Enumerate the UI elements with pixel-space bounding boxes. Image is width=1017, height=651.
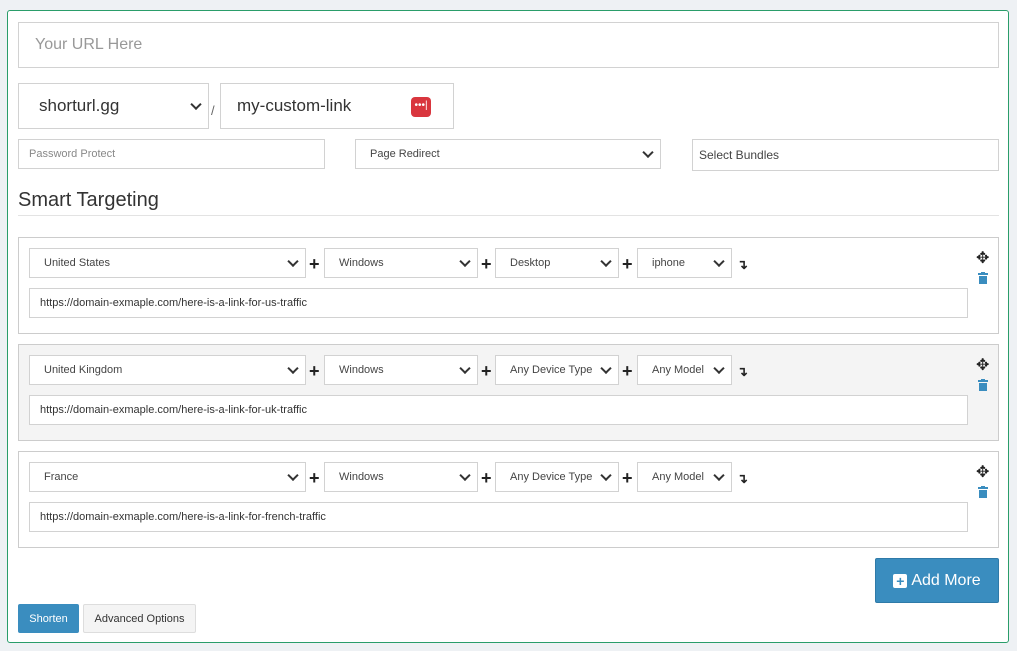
plus-icon: +: [309, 254, 320, 274]
model-select[interactable]: iphone: [637, 248, 732, 278]
device-select-value: Any Device Type: [510, 471, 593, 483]
arrow-down-icon: ↴: [737, 257, 748, 272]
rule-url-value: https://domain-exmaple.com/here-is-a-lin…: [40, 511, 326, 523]
model-select[interactable]: Any Model: [637, 355, 732, 385]
country-select[interactable]: France: [29, 462, 306, 492]
trash-icon[interactable]: [978, 272, 988, 284]
add-more-button[interactable]: + Add More: [875, 558, 999, 603]
move-icon[interactable]: ✥: [976, 355, 989, 375]
move-icon[interactable]: ✥: [976, 248, 989, 268]
plus-icon: +: [481, 254, 492, 274]
shorten-form: Your URL Here shorturl.gg / my-custom-li…: [7, 10, 1009, 643]
rule-url-input[interactable]: https://domain-exmaple.com/here-is-a-lin…: [29, 502, 968, 532]
os-select[interactable]: Windows: [324, 355, 478, 385]
rule-url-input[interactable]: https://domain-exmaple.com/here-is-a-lin…: [29, 288, 968, 318]
custom-alias-input[interactable]: my-custom-link •••|: [220, 83, 454, 129]
plus-icon: +: [622, 254, 633, 274]
model-select[interactable]: Any Model: [637, 462, 732, 492]
section-title: Smart Targeting: [18, 189, 159, 211]
password-input[interactable]: Password Protect: [18, 139, 325, 169]
device-select[interactable]: Desktop: [495, 248, 619, 278]
plus-square-icon: +: [893, 573, 908, 588]
redirect-value: Page Redirect: [370, 148, 440, 160]
country-select[interactable]: United States: [29, 248, 306, 278]
rule-url-value: https://domain-exmaple.com/here-is-a-lin…: [40, 297, 307, 309]
plus-icon: +: [481, 468, 492, 488]
targeting-rule: France + Windows + Any Device Type + Any Model…: [18, 451, 999, 548]
os-select[interactable]: Windows: [324, 462, 478, 492]
plus-icon: +: [309, 468, 320, 488]
os-select-value: Windows: [339, 471, 384, 483]
url-input[interactable]: Your URL Here: [18, 22, 999, 68]
country-select-value: France: [44, 471, 79, 483]
custom-alias-value: my-custom-link: [237, 96, 352, 115]
domain-select[interactable]: shorturl.gg: [18, 83, 209, 129]
add-more-label: Add More: [911, 571, 981, 589]
os-select-value: Windows: [339, 257, 384, 269]
device-select[interactable]: Any Device Type: [495, 462, 619, 492]
rule-url-value: https://domain-exmaple.com/here-is-a-lin…: [40, 404, 307, 416]
plus-icon: +: [309, 361, 320, 381]
arrow-down-icon: ↴: [737, 364, 748, 379]
trash-icon[interactable]: [978, 379, 988, 391]
country-select-value: United Kingdom: [44, 364, 123, 376]
bundles-input[interactable]: Select Bundles: [692, 139, 999, 171]
country-select[interactable]: United Kingdom: [29, 355, 306, 385]
model-select-value: iphone: [652, 257, 686, 269]
plus-icon: +: [622, 361, 633, 381]
country-select-value: United States: [44, 257, 111, 269]
advanced-options-button[interactable]: Advanced Options: [83, 604, 196, 633]
model-select-value: Any Model: [652, 364, 704, 376]
trash-icon[interactable]: [978, 486, 988, 498]
device-select-value: Desktop: [510, 257, 551, 269]
shorten-button[interactable]: Shorten: [18, 604, 79, 633]
divider: [18, 215, 999, 216]
targeting-rule: United States + Windows + Desktop + iphone ↴ htt…: [18, 237, 999, 334]
model-select-value: Any Model: [652, 471, 704, 483]
device-select[interactable]: Any Device Type: [495, 355, 619, 385]
password-manager-icon[interactable]: •••|: [411, 97, 431, 117]
rule-url-input[interactable]: https://domain-exmaple.com/here-is-a-lin…: [29, 395, 968, 425]
domain-value: shorturl.gg: [39, 96, 120, 115]
plus-icon: +: [481, 361, 492, 381]
os-select[interactable]: Windows: [324, 248, 478, 278]
targeting-rule: United Kingdom + Windows + Any Device Type + A…: [18, 344, 999, 441]
plus-icon: +: [622, 468, 633, 488]
os-select-value: Windows: [339, 364, 384, 376]
device-select-value: Any Device Type: [510, 364, 593, 376]
separator: /: [211, 103, 215, 118]
move-icon[interactable]: ✥: [976, 462, 989, 482]
redirect-select[interactable]: Page Redirect: [355, 139, 661, 169]
arrow-down-icon: ↴: [737, 471, 748, 486]
